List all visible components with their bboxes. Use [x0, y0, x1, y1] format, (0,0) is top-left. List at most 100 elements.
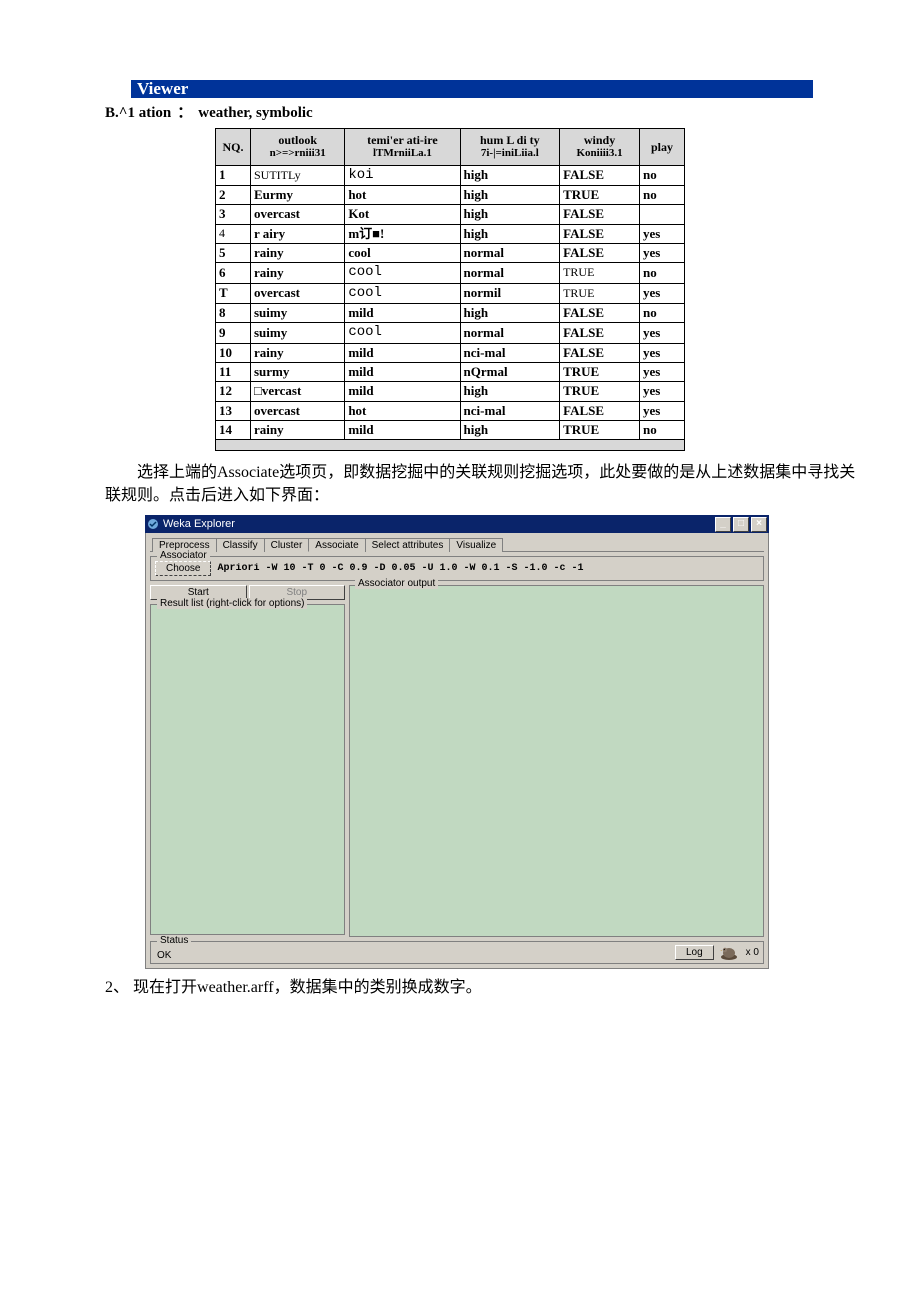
- log-button[interactable]: Log: [675, 945, 714, 960]
- cell-temp: m订■!: [345, 224, 460, 243]
- cell-hum: normil: [460, 283, 560, 304]
- cell-play: no: [640, 186, 685, 205]
- cell-play: yes: [640, 382, 685, 401]
- associator-fieldset: Associator Choose Apriori -W 10 -T 0 -C …: [150, 556, 764, 581]
- table-row: 8suimymildhighFALSEno: [216, 304, 685, 323]
- cell-windy: FALSE: [560, 243, 640, 262]
- cell-outlook: overcast: [251, 283, 345, 304]
- column-header: temi'er ati-irelTMrniiLa.1: [345, 129, 460, 166]
- associator-output-panel: Associator output: [349, 585, 764, 935]
- cell-play: no: [640, 420, 685, 439]
- column-header: outlookn>=>rniii31: [251, 129, 345, 166]
- tab-select-attributes[interactable]: Select attributes: [365, 538, 451, 552]
- cell-outlook: SUTITLy: [251, 165, 345, 186]
- cell-no: 12: [216, 382, 251, 401]
- output-textarea[interactable]: [349, 585, 764, 937]
- cell-hum: high: [460, 304, 560, 323]
- cell-temp: mild: [345, 382, 460, 401]
- tab-cluster[interactable]: Cluster: [264, 538, 310, 552]
- cell-hum: high: [460, 165, 560, 186]
- cell-temp: mild: [345, 363, 460, 382]
- cell-play: yes: [640, 343, 685, 362]
- cell-temp: cool: [345, 323, 460, 344]
- column-header: hum L di ty7i-|=iniLiia.l: [460, 129, 560, 166]
- table-row: 9suimycoolnormalFALSEyes: [216, 323, 685, 344]
- cell-no: T: [216, 283, 251, 304]
- choose-button[interactable]: Choose: [155, 561, 211, 576]
- table-row: 2EurmyhothighTRUEno: [216, 186, 685, 205]
- cell-hum: normal: [460, 263, 560, 284]
- table-row: 6rainycoolnormalTRUEno: [216, 263, 685, 284]
- cell-windy: FALSE: [560, 401, 640, 420]
- status-count: x 0: [744, 947, 759, 958]
- table-row: 14rainymildhighTRUEno: [216, 420, 685, 439]
- maximize-button[interactable]: □: [733, 517, 749, 532]
- close-button[interactable]: ×: [751, 517, 767, 532]
- cell-no: 8: [216, 304, 251, 323]
- cell-outlook: rainy: [251, 343, 345, 362]
- result-list-panel[interactable]: Result list (right-click for options): [150, 604, 345, 935]
- table-row: 10rainymildnci-malFALSEyes: [216, 343, 685, 362]
- cell-outlook: overcast: [251, 205, 345, 224]
- table-row: 1SUTITLykoihighFALSEno: [216, 165, 685, 186]
- cell-play: yes: [640, 283, 685, 304]
- weka-titlebar: Weka Explorer _ □ ×: [145, 515, 769, 533]
- status-legend: Status: [157, 935, 191, 946]
- cell-windy: TRUE: [560, 420, 640, 439]
- cell-no: 5: [216, 243, 251, 262]
- cell-outlook: Eurmy: [251, 186, 345, 205]
- cell-temp: mild: [345, 343, 460, 362]
- cell-temp: koi: [345, 165, 460, 186]
- cell-temp: hot: [345, 401, 460, 420]
- cell-outlook: rainy: [251, 243, 345, 262]
- cell-play: yes: [640, 401, 685, 420]
- cell-temp: mild: [345, 304, 460, 323]
- relation-heading: B.^1 ation：weather, symbolic: [105, 101, 860, 122]
- algorithm-text[interactable]: Apriori -W 10 -T 0 -C 0.9 -D 0.05 -U 1.0…: [217, 563, 583, 574]
- cell-no: 9: [216, 323, 251, 344]
- tab-associate[interactable]: Associate: [308, 538, 365, 552]
- cell-windy: FALSE: [560, 304, 640, 323]
- cell-play: no: [640, 263, 685, 284]
- cell-hum: high: [460, 224, 560, 243]
- cell-hum: normal: [460, 323, 560, 344]
- step2-paragraph: 2、现在打开weather.arff，数据集中的类别换成数字。: [105, 977, 860, 999]
- cell-outlook: rainy: [251, 420, 345, 439]
- weka-app-icon: [147, 518, 159, 530]
- cell-outlook: surmy: [251, 363, 345, 382]
- cell-hum: high: [460, 382, 560, 401]
- cell-outlook: □vercast: [251, 382, 345, 401]
- cell-no: 6: [216, 263, 251, 284]
- cell-play: yes: [640, 323, 685, 344]
- minimize-button[interactable]: _: [715, 517, 731, 532]
- cell-outlook: suimy: [251, 323, 345, 344]
- tab-visualize[interactable]: Visualize: [449, 538, 503, 552]
- cell-play: yes: [640, 243, 685, 262]
- table-row: 3overcastKothighFALSE: [216, 205, 685, 224]
- cell-outlook: r airy: [251, 224, 345, 243]
- column-header: NQ.: [216, 129, 251, 166]
- output-legend: Associator output: [355, 578, 438, 589]
- tab-classify[interactable]: Classify: [216, 538, 265, 552]
- cell-temp: cool: [345, 263, 460, 284]
- cell-temp: mild: [345, 420, 460, 439]
- weka-title-text: Weka Explorer: [163, 518, 235, 530]
- cell-windy: TRUE: [560, 186, 640, 205]
- table-row: 5rainycoolnormalFALSEyes: [216, 243, 685, 262]
- cell-play: yes: [640, 224, 685, 243]
- cell-temp: hot: [345, 186, 460, 205]
- cell-hum: nci-mal: [460, 343, 560, 362]
- cell-hum: nQrmal: [460, 363, 560, 382]
- cell-hum: normal: [460, 243, 560, 262]
- cell-windy: TRUE: [560, 363, 640, 382]
- cell-no: 3: [216, 205, 251, 224]
- status-bar: Status OK Log x 0: [150, 941, 764, 964]
- cell-hum: nci-mal: [460, 401, 560, 420]
- table-row: 11surmymildnQrmalTRUEyes: [216, 363, 685, 382]
- cell-no: 14: [216, 420, 251, 439]
- step2-text: 现在打开weather.arff，数据集中的类别换成数字。: [133, 979, 482, 996]
- cell-windy: TRUE: [560, 263, 640, 284]
- weka-explorer-window: Weka Explorer _ □ × PreprocessClassifyCl…: [145, 515, 769, 969]
- weka-bird-icon: [718, 945, 740, 961]
- heading-colon: ：: [171, 105, 198, 121]
